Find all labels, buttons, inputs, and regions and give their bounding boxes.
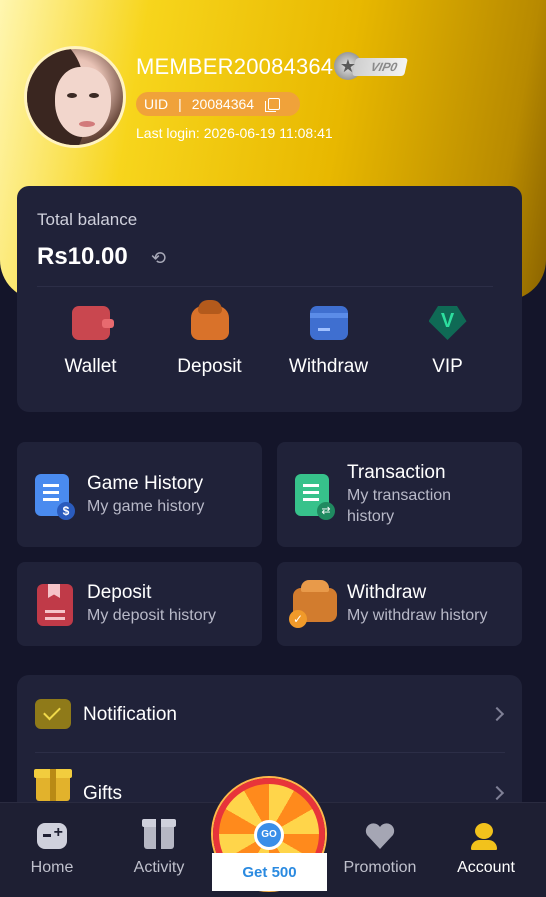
tile-subtitle: My transaction	[347, 487, 452, 504]
tile-title: Deposit	[87, 582, 152, 603]
tab-home[interactable]: Home	[2, 803, 102, 897]
uid-pill[interactable]: UID | 20084364	[136, 92, 300, 116]
get-bonus-button[interactable]: Get 500	[212, 853, 327, 891]
notification-label: Notification	[83, 704, 177, 725]
wallet-button[interactable]: Wallet	[31, 306, 150, 378]
tile-subtitle: My withdraw history	[347, 607, 488, 624]
user-icon	[471, 823, 501, 850]
deposit-history-tile[interactable]: Deposit My deposit history	[17, 562, 262, 646]
wallet-label: Wallet	[64, 356, 117, 377]
tab-account[interactable]: Account	[436, 803, 536, 897]
tab-label: Home	[30, 859, 74, 876]
notification-row[interactable]: Notification	[17, 675, 522, 753]
tab-label: Promotion	[343, 859, 417, 876]
vip-button[interactable]: V VIP	[388, 306, 507, 378]
withdraw-history-icon	[289, 580, 337, 628]
quick-actions: Wallet Deposit Withdraw V VIP	[17, 300, 522, 378]
game-history-icon	[35, 474, 75, 520]
gamepad-icon	[37, 823, 67, 849]
tile-subtitle: My deposit history	[87, 607, 216, 624]
divider	[37, 286, 493, 287]
tile-subtitle-line2: history	[347, 508, 395, 525]
gift-box-icon	[142, 819, 176, 849]
deposit-icon	[190, 300, 229, 340]
vip-icon: V	[428, 306, 467, 340]
vip-level-label: VIP0	[352, 58, 408, 76]
deposit-history-icon	[37, 584, 73, 626]
transaction-tile[interactable]: Transaction My transaction history	[277, 442, 522, 547]
transaction-icon	[295, 474, 335, 520]
tile-title: Game History	[87, 473, 204, 494]
tile-title: Transaction	[347, 462, 446, 483]
deposit-label: Deposit	[177, 356, 242, 377]
tab-activity[interactable]: Activity	[109, 803, 209, 897]
heart-icon	[365, 823, 395, 849]
wallet-icon	[71, 306, 114, 340]
gift-icon	[34, 769, 72, 801]
balance-card: Total balance Rs10.00 ⟲ Wallet Deposit W…	[17, 186, 522, 412]
chevron-right-icon	[489, 785, 505, 801]
vip-label: VIP	[432, 356, 463, 377]
withdraw-label: Withdraw	[288, 356, 369, 377]
tile-title: Withdraw	[347, 582, 427, 603]
uid-value: 20084364	[191, 96, 255, 112]
chevron-right-icon	[489, 706, 505, 722]
last-login: Last login: 2026-06-19 11:08:41	[136, 125, 333, 141]
tab-label: Account	[457, 859, 515, 876]
vip-level-badge: ★ VIP0	[334, 52, 408, 80]
avatar[interactable]	[24, 46, 126, 148]
username: MEMBER20084364	[136, 54, 334, 79]
tile-subtitle: My game history	[87, 498, 205, 515]
envelope-icon	[35, 699, 71, 729]
uid-label: UID	[144, 96, 169, 112]
withdraw-icon	[309, 306, 348, 340]
game-history-tile[interactable]: Game History My game history	[17, 442, 262, 547]
withdraw-button[interactable]: Withdraw	[269, 306, 388, 378]
uid-separator: |	[178, 96, 182, 112]
balance-value: Rs10.00	[37, 243, 128, 270]
withdraw-history-tile[interactable]: Withdraw My withdraw history	[277, 562, 522, 646]
balance-label: Total balance	[37, 210, 138, 229]
refresh-icon[interactable]: ⟲	[151, 249, 173, 267]
deposit-button[interactable]: Deposit	[150, 300, 269, 378]
tab-label: Activity	[133, 859, 185, 876]
wheel-go-icon[interactable]: GO	[254, 820, 284, 850]
copy-icon[interactable]	[265, 98, 281, 112]
tab-promotion[interactable]: Promotion	[330, 803, 430, 897]
